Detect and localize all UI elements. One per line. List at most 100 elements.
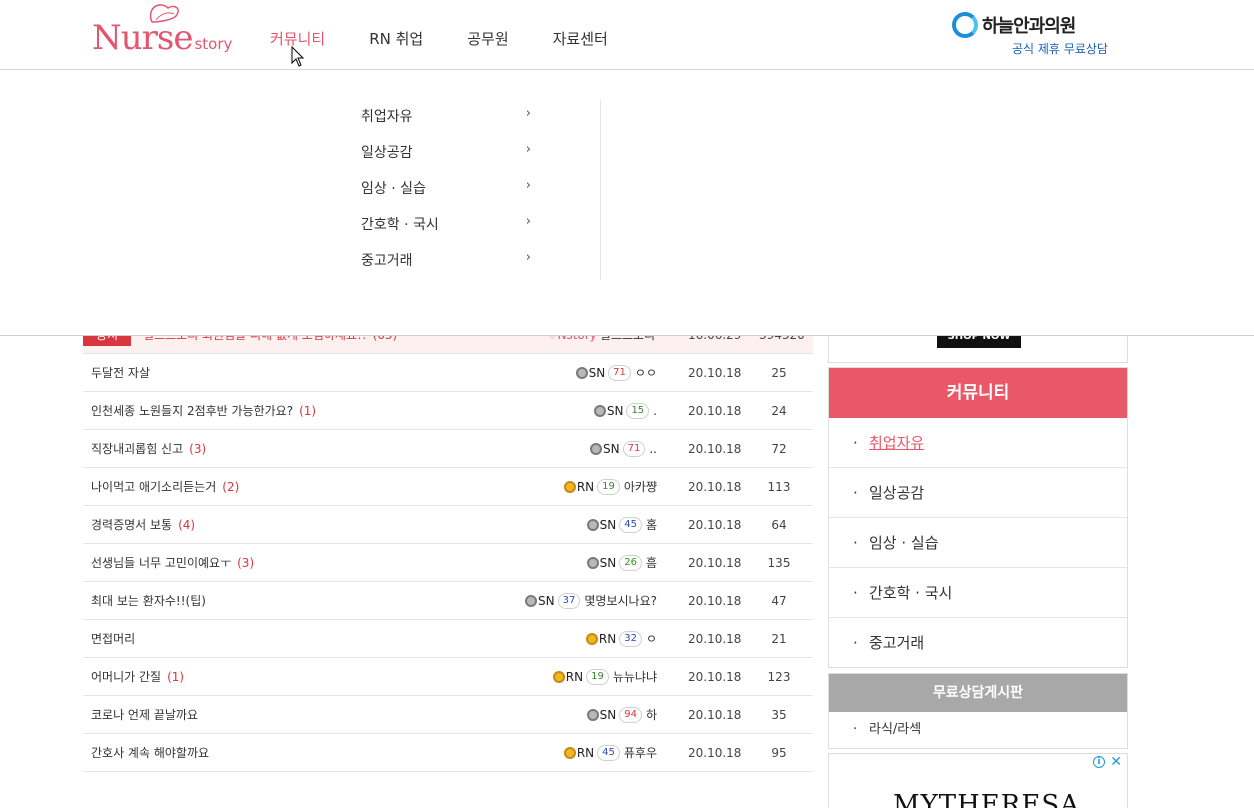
post-row[interactable]: 최대 보는 환자수!!(팁) SN 37 몇명보시나요? 20.10.18 47 [83,582,813,620]
post-author[interactable]: RN 19 뉴뉴냐냐 [552,668,657,685]
post-title[interactable]: 어머니가 간질 (1) [91,668,184,685]
post-author[interactable]: RN 32 ㅇ [585,630,657,647]
post-row[interactable]: 면접머리 RN 32 ㅇ 20.10.18 21 [83,620,813,658]
category-item-clinical[interactable]: · 임상 · 실습 [829,518,1127,568]
post-author[interactable]: SN 26 흠 [586,554,657,571]
main-nav: 커뮤니티 RN 취업 공무원 자료센터 [270,28,652,49]
post-row[interactable]: 선생님들 너무 고민이예요ㅜ (3) SN 26 흠 20.10.18 135 [83,544,813,582]
post-title[interactable]: 간호사 계속 해야할까요 [91,744,215,761]
comment-count: (2) [222,480,240,494]
gold-medal-icon [563,746,576,759]
post-views: 64 [771,517,787,532]
post-date: 20.10.18 [688,365,742,380]
author-grade: SN [599,517,617,532]
post-author[interactable]: SN 37 몇명보시나요? [525,592,657,609]
post-row[interactable]: 어머니가 간질 (1) RN 19 뉴뉴냐냐 20.10.18 123 [83,658,813,696]
dropdown-item-secondhand[interactable]: 중고거래 › [361,250,531,286]
post-title-text: 나이먹고 애기소리듣는거 [91,480,217,494]
author-grade: SN [603,441,620,456]
post-author[interactable]: SN 71 ㅇㅇ [575,364,657,381]
post-title[interactable]: 경력증명서 보통 (4) [91,516,195,533]
author-grade: RN [598,631,617,646]
category-item-daily[interactable]: · 일상공감 [829,468,1127,518]
post-row[interactable]: 경력증명서 보통 (4) SN 45 홈 20.10.18 64 [83,506,813,544]
ad-info-icon[interactable]: i [1093,756,1105,768]
author-nick: ㅇ [645,632,657,646]
logo-sub-text: story [194,35,233,53]
post-author[interactable]: RN 45 퓨후우 [563,744,657,761]
post-title-text: 인천세종 노원들지 2점후반 가능한가요? [91,404,294,418]
nav-civil-service[interactable]: 공무원 [467,28,508,49]
clinic-logo-icon [952,12,978,38]
post-title[interactable]: 나이먹고 애기소리듣는거 (2) [91,478,239,495]
post-date: 20.10.18 [688,669,742,684]
comment-count: (4) [178,518,196,532]
post-title-text: 면접머리 [91,632,136,646]
post-row[interactable]: 간호사 계속 해야할까요 RN 45 퓨후우 20.10.18 95 [83,734,813,772]
post-title[interactable]: 두달전 자살 [91,364,156,381]
dropdown-item-nursing-exam[interactable]: 간호학 · 국시 › [361,214,531,250]
author-grade: RN [576,745,595,760]
ad-close-icon[interactable]: ✕ [1110,754,1122,770]
author-grade: SN [538,593,555,608]
post-title-text: 어머니가 간질 [91,670,162,684]
author-nick: 아카쨩 [623,480,657,494]
post-title[interactable]: 최대 보는 환자수!!(팁) [91,592,212,609]
free-consult-item[interactable]: · 라식/라섹 [829,712,1127,748]
author-nick: . [653,403,657,418]
author-level-badge: 32 [619,630,642,647]
sidebar-ad-bottom[interactable]: i ✕ MYTHERESA [828,753,1128,808]
author-nick: 뉴뉴냐냐 [612,670,657,684]
dropdown-item-daily[interactable]: 일상공감 › [361,142,531,178]
community-dropdown-menu: 취업자유 › 일상공감 › 임상 · 실습 › 간호학 · 국시 › 중고거래 › [0,70,1254,336]
author-nick: 하 [645,708,657,722]
post-title[interactable]: 면접머리 [91,630,141,647]
site-header: Nurse story 커뮤니티 RN 취업 공무원 자료센터 하늘안과의원 공식… [0,0,1254,70]
post-date: 20.10.18 [688,517,742,532]
post-date: 20.10.18 [688,403,742,418]
post-author[interactable]: SN 45 홈 [586,516,657,533]
post-row[interactable]: 두달전 자살 SN 71 ㅇㅇ 20.10.18 25 [83,354,813,392]
category-item-secondhand[interactable]: · 중고거래 [829,618,1127,668]
post-title[interactable]: 인천세종 노원들지 2점후반 가능한가요? (1) [91,402,316,419]
ad-subtitle: 공식 제휴 무료상담 [1012,42,1108,56]
dropdown-item-label: 취업자유 [361,109,413,125]
post-title[interactable]: 직장내괴롭힘 신고 (3) [91,440,206,457]
author-level-badge: 19 [597,478,620,495]
author-level-badge: 19 [586,668,609,685]
ad-title: 하늘안과의원 [982,16,1076,37]
post-row[interactable]: 코로나 언제 끝날까요 SN 94 하 20.10.18 35 [83,696,813,734]
free-consult-box: 무료상담게시판 · 라식/라섹 [828,673,1128,749]
post-author[interactable]: SN 15. [593,402,657,419]
post-board: 공지 널스스토리 회원님들 피해 없게 조심하세요!!(63) ♡Nstory널… [83,316,813,772]
comment-count: (3) [237,556,255,570]
post-row[interactable]: 직장내괴롭힘 신고 (3) SN 71.. 20.10.18 72 [83,430,813,468]
post-author[interactable]: SN 71.. [590,440,657,457]
nav-resource-center[interactable]: 자료센터 [553,28,608,49]
silver-medal-icon [525,594,538,607]
dropdown-item-clinical[interactable]: 임상 · 실습 › [361,178,531,214]
category-item-jobs[interactable]: · 취업자유 [829,418,1127,468]
community-category-title: 커뮤니티 [829,368,1127,418]
dropdown-item-jobs[interactable]: 취업자유 › [361,106,531,142]
silver-medal-icon [586,556,599,569]
dropdown-item-label: 간호학 · 국시 [361,217,439,233]
post-author[interactable]: SN 94 하 [586,706,657,723]
dropdown-list: 취업자유 › 일상공감 › 임상 · 실습 › 간호학 · 국시 › 중고거래 › [361,106,531,286]
category-item-nursing-exam[interactable]: · 간호학 · 국시 [829,568,1127,618]
header-ad-banner[interactable]: 하늘안과의원 공식 제휴 무료상담 [952,8,1122,60]
post-author[interactable]: RN 19 아카쨩 [563,478,657,495]
silver-medal-icon [575,366,588,379]
chevron-right-icon: › [525,214,531,229]
post-row[interactable]: 인천세종 노원들지 2점후반 가능한가요? (1) SN 15. 20.10.18 24 [83,392,813,430]
comment-count: (1) [167,670,185,684]
nav-rn-jobs[interactable]: RN 취업 [369,28,423,49]
author-grade: RN [565,669,584,684]
post-row[interactable]: 나이먹고 애기소리듣는거 (2) RN 19 아카쨩 20.10.18 113 [83,468,813,506]
post-title[interactable]: 코로나 언제 끝날까요 [91,706,204,723]
post-date: 20.10.18 [688,593,742,608]
post-views: 113 [767,479,791,494]
post-title[interactable]: 선생님들 너무 고민이예요ㅜ (3) [91,554,254,571]
category-label: 간호학 · 국시 [869,584,953,602]
comment-count: (3) [189,442,207,456]
